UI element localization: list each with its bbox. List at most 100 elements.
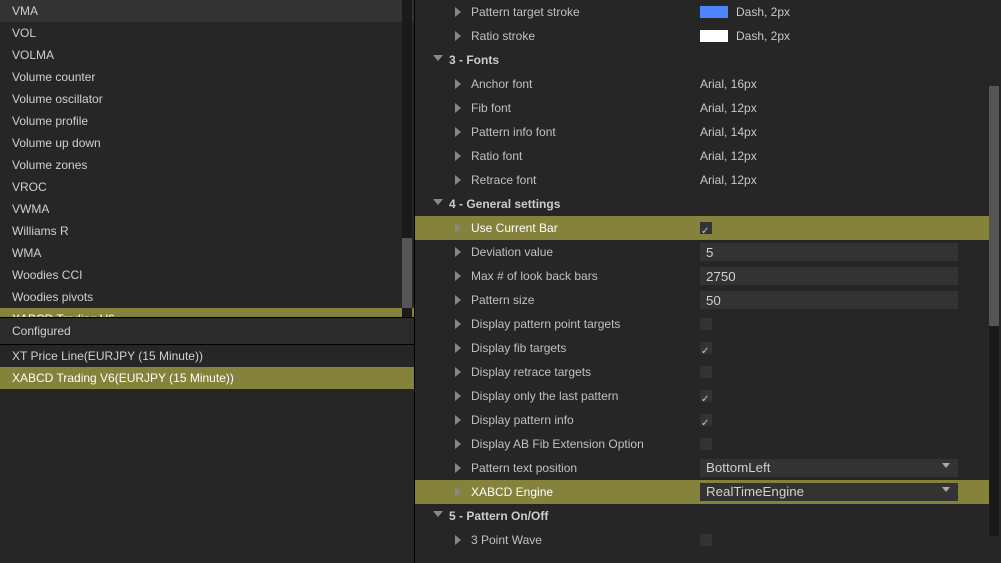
chevron-right-icon[interactable] xyxy=(455,271,465,281)
list-item[interactable]: Woodies pivots xyxy=(0,286,414,308)
chevron-right-icon[interactable] xyxy=(455,247,465,257)
list-item[interactable]: Volume zones xyxy=(0,154,414,176)
settings-value xyxy=(700,267,991,285)
settings-label: Display fib targets xyxy=(471,336,566,360)
chevron-right-icon[interactable] xyxy=(455,319,465,329)
chevron-right-icon[interactable] xyxy=(455,7,465,17)
settings-value: Dash, 2px xyxy=(700,0,991,24)
settings-row: Anchor fontArial, 16px xyxy=(415,72,991,96)
settings-row: Pattern info font Arial, 14px xyxy=(415,120,991,144)
chevron-right-icon[interactable] xyxy=(455,127,465,137)
settings-label: 5 - Pattern On/Off xyxy=(449,504,548,528)
chevron-right-icon[interactable] xyxy=(455,391,465,401)
scroll-thumb[interactable] xyxy=(402,238,412,308)
settings-label: 3 - Fonts xyxy=(449,48,499,72)
chevron-right-icon[interactable] xyxy=(455,295,465,305)
scrollbar[interactable] xyxy=(989,86,999,536)
list-item[interactable]: VWMA xyxy=(0,198,414,220)
settings-row: Ratio stroke Dash, 2px xyxy=(415,24,991,48)
chevron-right-icon[interactable] xyxy=(455,175,465,185)
select-input[interactable]: BottomLeft xyxy=(700,459,958,477)
color-swatch[interactable] xyxy=(700,30,728,42)
settings-label: Ratio font xyxy=(471,144,522,168)
settings-value: Arial, 16px xyxy=(700,72,991,96)
value-text[interactable]: Arial, 12px xyxy=(700,168,757,192)
list-item[interactable]: VROC xyxy=(0,176,414,198)
color-swatch[interactable] xyxy=(700,6,728,18)
settings-value xyxy=(700,414,991,426)
list-item[interactable]: XABCD Trading V6 xyxy=(0,308,414,318)
chevron-down-icon[interactable] xyxy=(433,55,443,65)
list-item[interactable]: Volume oscillator xyxy=(0,88,414,110)
chevron-right-icon[interactable] xyxy=(455,487,465,497)
text-input[interactable] xyxy=(700,291,958,309)
settings-value: RealTimeEngine xyxy=(700,480,991,504)
settings-row: Retrace fontArial, 12px xyxy=(415,168,991,192)
settings-value: Dash, 2px xyxy=(700,24,991,48)
checkbox[interactable] xyxy=(700,390,712,402)
list-item[interactable]: Volume up down xyxy=(0,132,414,154)
checkbox[interactable] xyxy=(700,342,712,354)
list-item[interactable]: Williams R xyxy=(0,220,414,242)
settings-value: BottomLeft xyxy=(700,456,991,480)
settings-row: Fib font Arial, 12px xyxy=(415,96,991,120)
settings-value xyxy=(700,222,991,234)
settings-label: Ratio stroke xyxy=(471,24,535,48)
checkbox[interactable] xyxy=(700,318,712,330)
checkbox[interactable] xyxy=(700,438,712,450)
checkbox[interactable] xyxy=(700,534,712,546)
scrollbar[interactable] xyxy=(402,0,412,317)
settings-label: Deviation value xyxy=(471,240,553,264)
chevron-right-icon[interactable] xyxy=(455,103,465,113)
chevron-right-icon[interactable] xyxy=(455,367,465,377)
chevron-right-icon[interactable] xyxy=(455,439,465,449)
chevron-right-icon[interactable] xyxy=(455,415,465,425)
select-input[interactable]: RealTimeEngine xyxy=(700,483,958,501)
chevron-right-icon[interactable] xyxy=(455,535,465,545)
list-item[interactable]: XT Price Line(EURJPY (15 Minute)) xyxy=(0,345,414,367)
text-input[interactable] xyxy=(700,267,958,285)
chevron-right-icon[interactable] xyxy=(455,463,465,473)
list-item[interactable]: WMA xyxy=(0,242,414,264)
settings-value xyxy=(700,366,991,378)
settings-label: Display AB Fib Extension Option xyxy=(471,432,644,456)
chevron-down-icon[interactable] xyxy=(433,199,443,209)
text-input[interactable] xyxy=(700,243,958,261)
list-item[interactable]: VOLMA xyxy=(0,44,414,66)
chevron-right-icon[interactable] xyxy=(455,343,465,353)
settings-row: Use Current Bar xyxy=(415,216,991,240)
settings-label: Fib font xyxy=(471,96,511,120)
settings-label: 4 - General settings xyxy=(449,192,560,216)
value-text[interactable]: Arial, 12px xyxy=(700,96,757,120)
chevron-right-icon[interactable] xyxy=(455,151,465,161)
settings-group-header: 3 - Fonts xyxy=(415,48,991,72)
value-text[interactable]: Arial, 16px xyxy=(700,72,757,96)
settings-row: Pattern size xyxy=(415,288,991,312)
chevron-right-icon[interactable] xyxy=(455,223,465,233)
settings-row: Display only the last pattern xyxy=(415,384,991,408)
settings-label: Pattern info font xyxy=(471,120,556,144)
indicator-list: VMAVOLVOLMAVolume counterVolume oscillat… xyxy=(0,0,414,318)
settings-row: Display pattern info xyxy=(415,408,991,432)
chevron-right-icon[interactable] xyxy=(455,79,465,89)
settings-row: Pattern target strokeDash, 2px xyxy=(415,0,991,24)
list-item[interactable]: VMA xyxy=(0,0,414,22)
list-item[interactable]: VOL xyxy=(0,22,414,44)
settings-label: Pattern size xyxy=(471,288,534,312)
value-text[interactable]: Arial, 12px xyxy=(700,144,757,168)
scroll-thumb[interactable] xyxy=(989,86,999,326)
settings-value xyxy=(700,534,991,546)
chevron-right-icon[interactable] xyxy=(455,31,465,41)
chevron-down-icon[interactable] xyxy=(433,511,443,521)
list-item[interactable]: Woodies CCI xyxy=(0,264,414,286)
list-item[interactable]: Volume profile xyxy=(0,110,414,132)
list-item[interactable]: XABCD Trading V6(EURJPY (15 Minute)) xyxy=(0,367,414,389)
settings-row: 3 Point Wave xyxy=(415,528,991,552)
checkbox[interactable] xyxy=(700,366,712,378)
checkbox[interactable] xyxy=(700,222,712,234)
settings-value xyxy=(700,390,991,402)
settings-group-header: 5 - Pattern On/Off xyxy=(415,504,991,528)
value-text[interactable]: Arial, 14px xyxy=(700,120,757,144)
checkbox[interactable] xyxy=(700,414,712,426)
list-item[interactable]: Volume counter xyxy=(0,66,414,88)
